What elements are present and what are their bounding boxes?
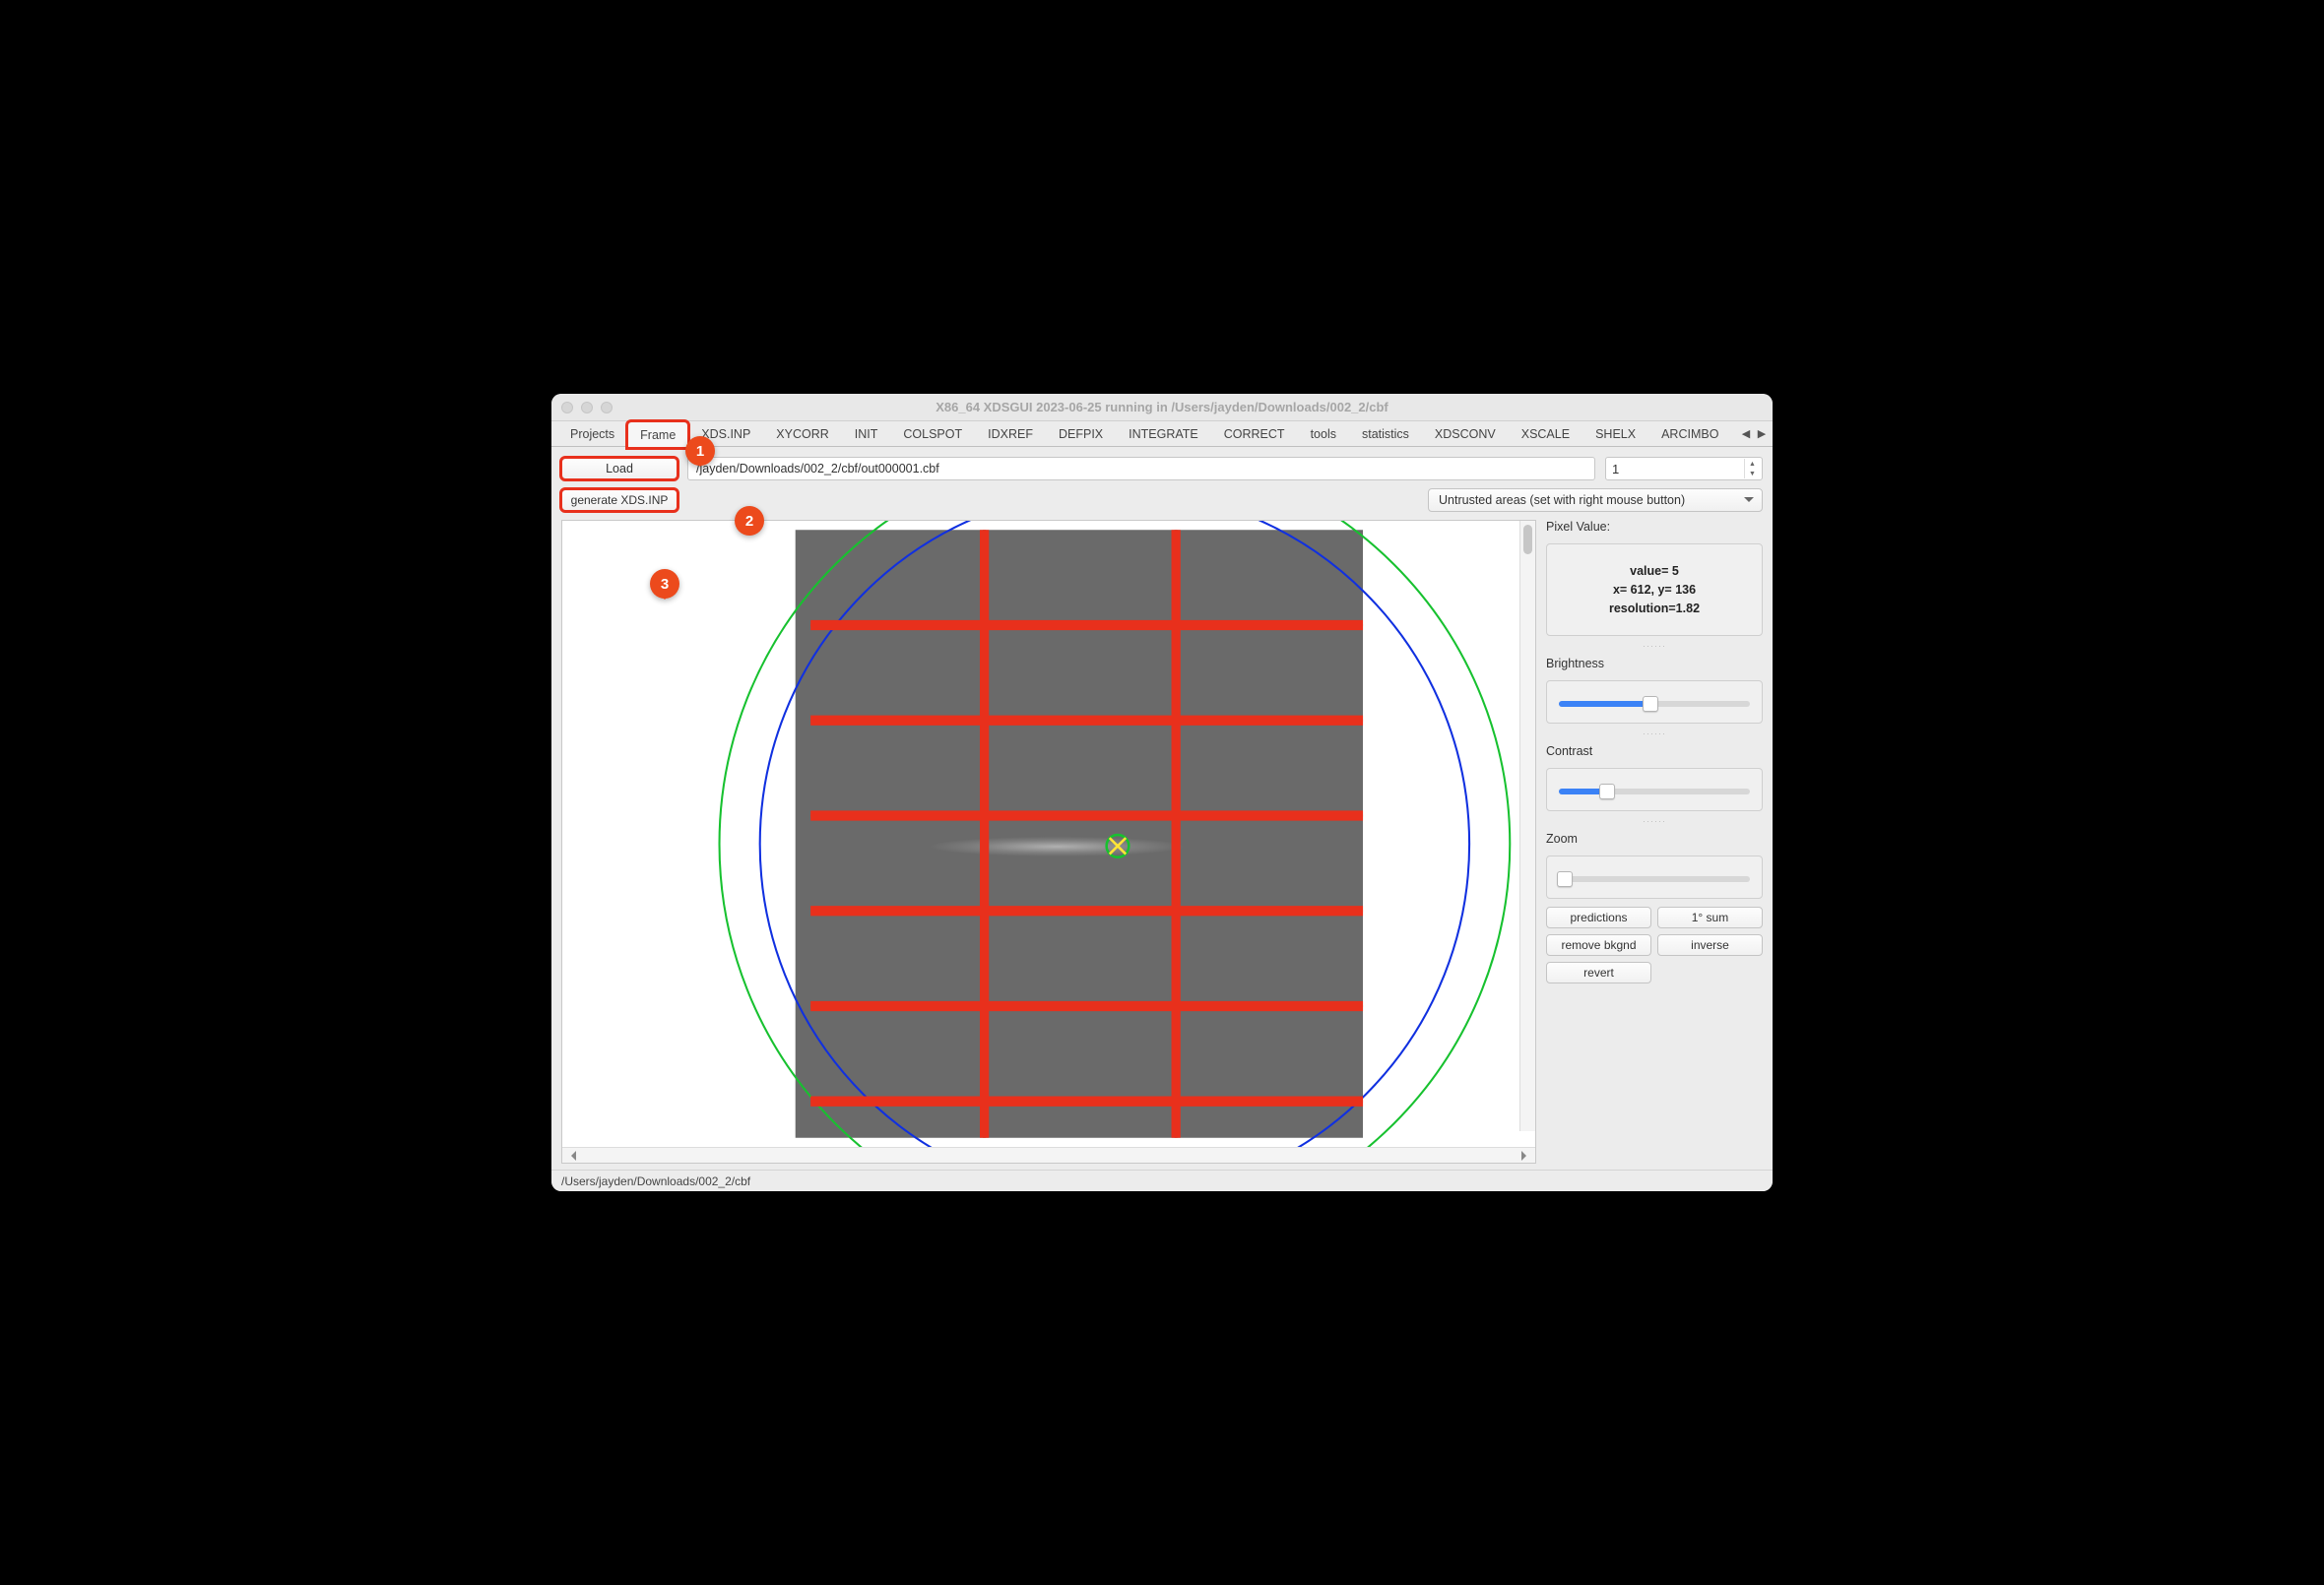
stepper-down-icon[interactable]: ▼ bbox=[1745, 469, 1760, 478]
pixel-value-readout: value= 5 x= 612, y= 136 resolution=1.82 bbox=[1546, 543, 1763, 636]
inverse-button[interactable]: inverse bbox=[1657, 934, 1763, 956]
contrast-label: Contrast bbox=[1546, 744, 1763, 758]
status-path: /Users/jayden/Downloads/002_2/cbf bbox=[561, 1174, 750, 1188]
annotation-marker-1: 1 bbox=[685, 436, 715, 466]
content-area: Pixel Value: value= 5 x= 612, y= 136 res… bbox=[551, 518, 1773, 1170]
tab-arcimbo[interactable]: ARCIMBO bbox=[1648, 421, 1731, 446]
window-controls bbox=[561, 402, 613, 413]
stepper-up-icon[interactable]: ▲ bbox=[1745, 459, 1760, 469]
predictions-button[interactable]: predictions bbox=[1546, 907, 1651, 928]
status-bar: /Users/jayden/Downloads/002_2/cbf bbox=[551, 1170, 1773, 1191]
tab-colspot[interactable]: COLSPOT bbox=[890, 421, 975, 446]
zoom-icon[interactable] bbox=[601, 402, 613, 413]
brightness-label: Brightness bbox=[1546, 657, 1763, 670]
tab-statistics[interactable]: statistics bbox=[1349, 421, 1422, 446]
tab-xdsconv[interactable]: XDSCONV bbox=[1422, 421, 1509, 446]
tab-scroll-left-icon[interactable]: ◀ bbox=[1739, 425, 1753, 443]
tab-shelx[interactable]: SHELX bbox=[1582, 421, 1648, 446]
side-panel: Pixel Value: value= 5 x= 612, y= 136 res… bbox=[1546, 520, 1763, 1164]
tab-scroll-right-icon[interactable]: ▶ bbox=[1755, 425, 1769, 443]
detector-image[interactable] bbox=[562, 521, 1535, 1147]
zoom-slider[interactable] bbox=[1559, 876, 1750, 882]
window-title: X86_64 XDSGUI 2023-06-25 running in /Use… bbox=[551, 400, 1773, 414]
pixel-value-label: Pixel Value: bbox=[1546, 520, 1763, 534]
tab-defpix[interactable]: DEFPIX bbox=[1046, 421, 1116, 446]
tab-projects[interactable]: Projects bbox=[557, 421, 627, 446]
frame-number-stepper[interactable]: 1 ▲ ▼ bbox=[1605, 457, 1763, 480]
brightness-slider[interactable] bbox=[1559, 701, 1750, 707]
generate-xdsinp-button[interactable]: generate XDS.INP bbox=[561, 489, 678, 511]
tab-integrate[interactable]: INTEGRATE bbox=[1116, 421, 1211, 446]
tab-bar: ProjectsFrameXDS.INPXYCORRINITCOLSPOTIDX… bbox=[551, 421, 1773, 447]
titlebar: X86_64 XDSGUI 2023-06-25 running in /Use… bbox=[551, 394, 1773, 421]
tab-xycorr[interactable]: XYCORR bbox=[763, 421, 841, 446]
frame-toolbar: Load 1 ▲ ▼ generate XDS.INP Untrusted ar… bbox=[551, 447, 1773, 518]
contrast-slider[interactable] bbox=[1559, 789, 1750, 794]
annotation-marker-2: 2 bbox=[735, 506, 764, 536]
tab-frame[interactable]: Frame bbox=[627, 421, 688, 448]
tab-tools[interactable]: tools bbox=[1298, 421, 1349, 446]
untrusted-areas-combo[interactable]: Untrusted areas (set with right mouse bu… bbox=[1428, 488, 1763, 512]
load-button[interactable]: Load bbox=[561, 458, 678, 479]
app-window: 1 2 3 X86_64 XDSGUI 2023-06-25 running i… bbox=[551, 394, 1773, 1191]
one-degree-sum-button[interactable]: 1° sum bbox=[1657, 907, 1763, 928]
tab-scroll: ◀ ▶ bbox=[1735, 421, 1769, 446]
frame-path-input[interactable] bbox=[687, 457, 1595, 480]
image-viewer bbox=[561, 520, 1536, 1164]
minimize-icon[interactable] bbox=[581, 402, 593, 413]
tab-correct[interactable]: CORRECT bbox=[1211, 421, 1298, 446]
annotation-marker-3: 3 bbox=[650, 569, 679, 599]
remove-bkgnd-button[interactable]: remove bkgnd bbox=[1546, 934, 1651, 956]
scrollbar-vertical[interactable] bbox=[1519, 521, 1535, 1131]
close-icon[interactable] bbox=[561, 402, 573, 413]
tab-xscale[interactable]: XSCALE bbox=[1509, 421, 1582, 446]
scrollbar-horizontal[interactable] bbox=[562, 1147, 1535, 1163]
frame-number-value: 1 bbox=[1612, 462, 1619, 476]
tab-idxref[interactable]: IDXREF bbox=[975, 421, 1046, 446]
revert-button[interactable]: revert bbox=[1546, 962, 1651, 983]
tab-init[interactable]: INIT bbox=[842, 421, 891, 446]
zoom-label: Zoom bbox=[1546, 832, 1763, 846]
